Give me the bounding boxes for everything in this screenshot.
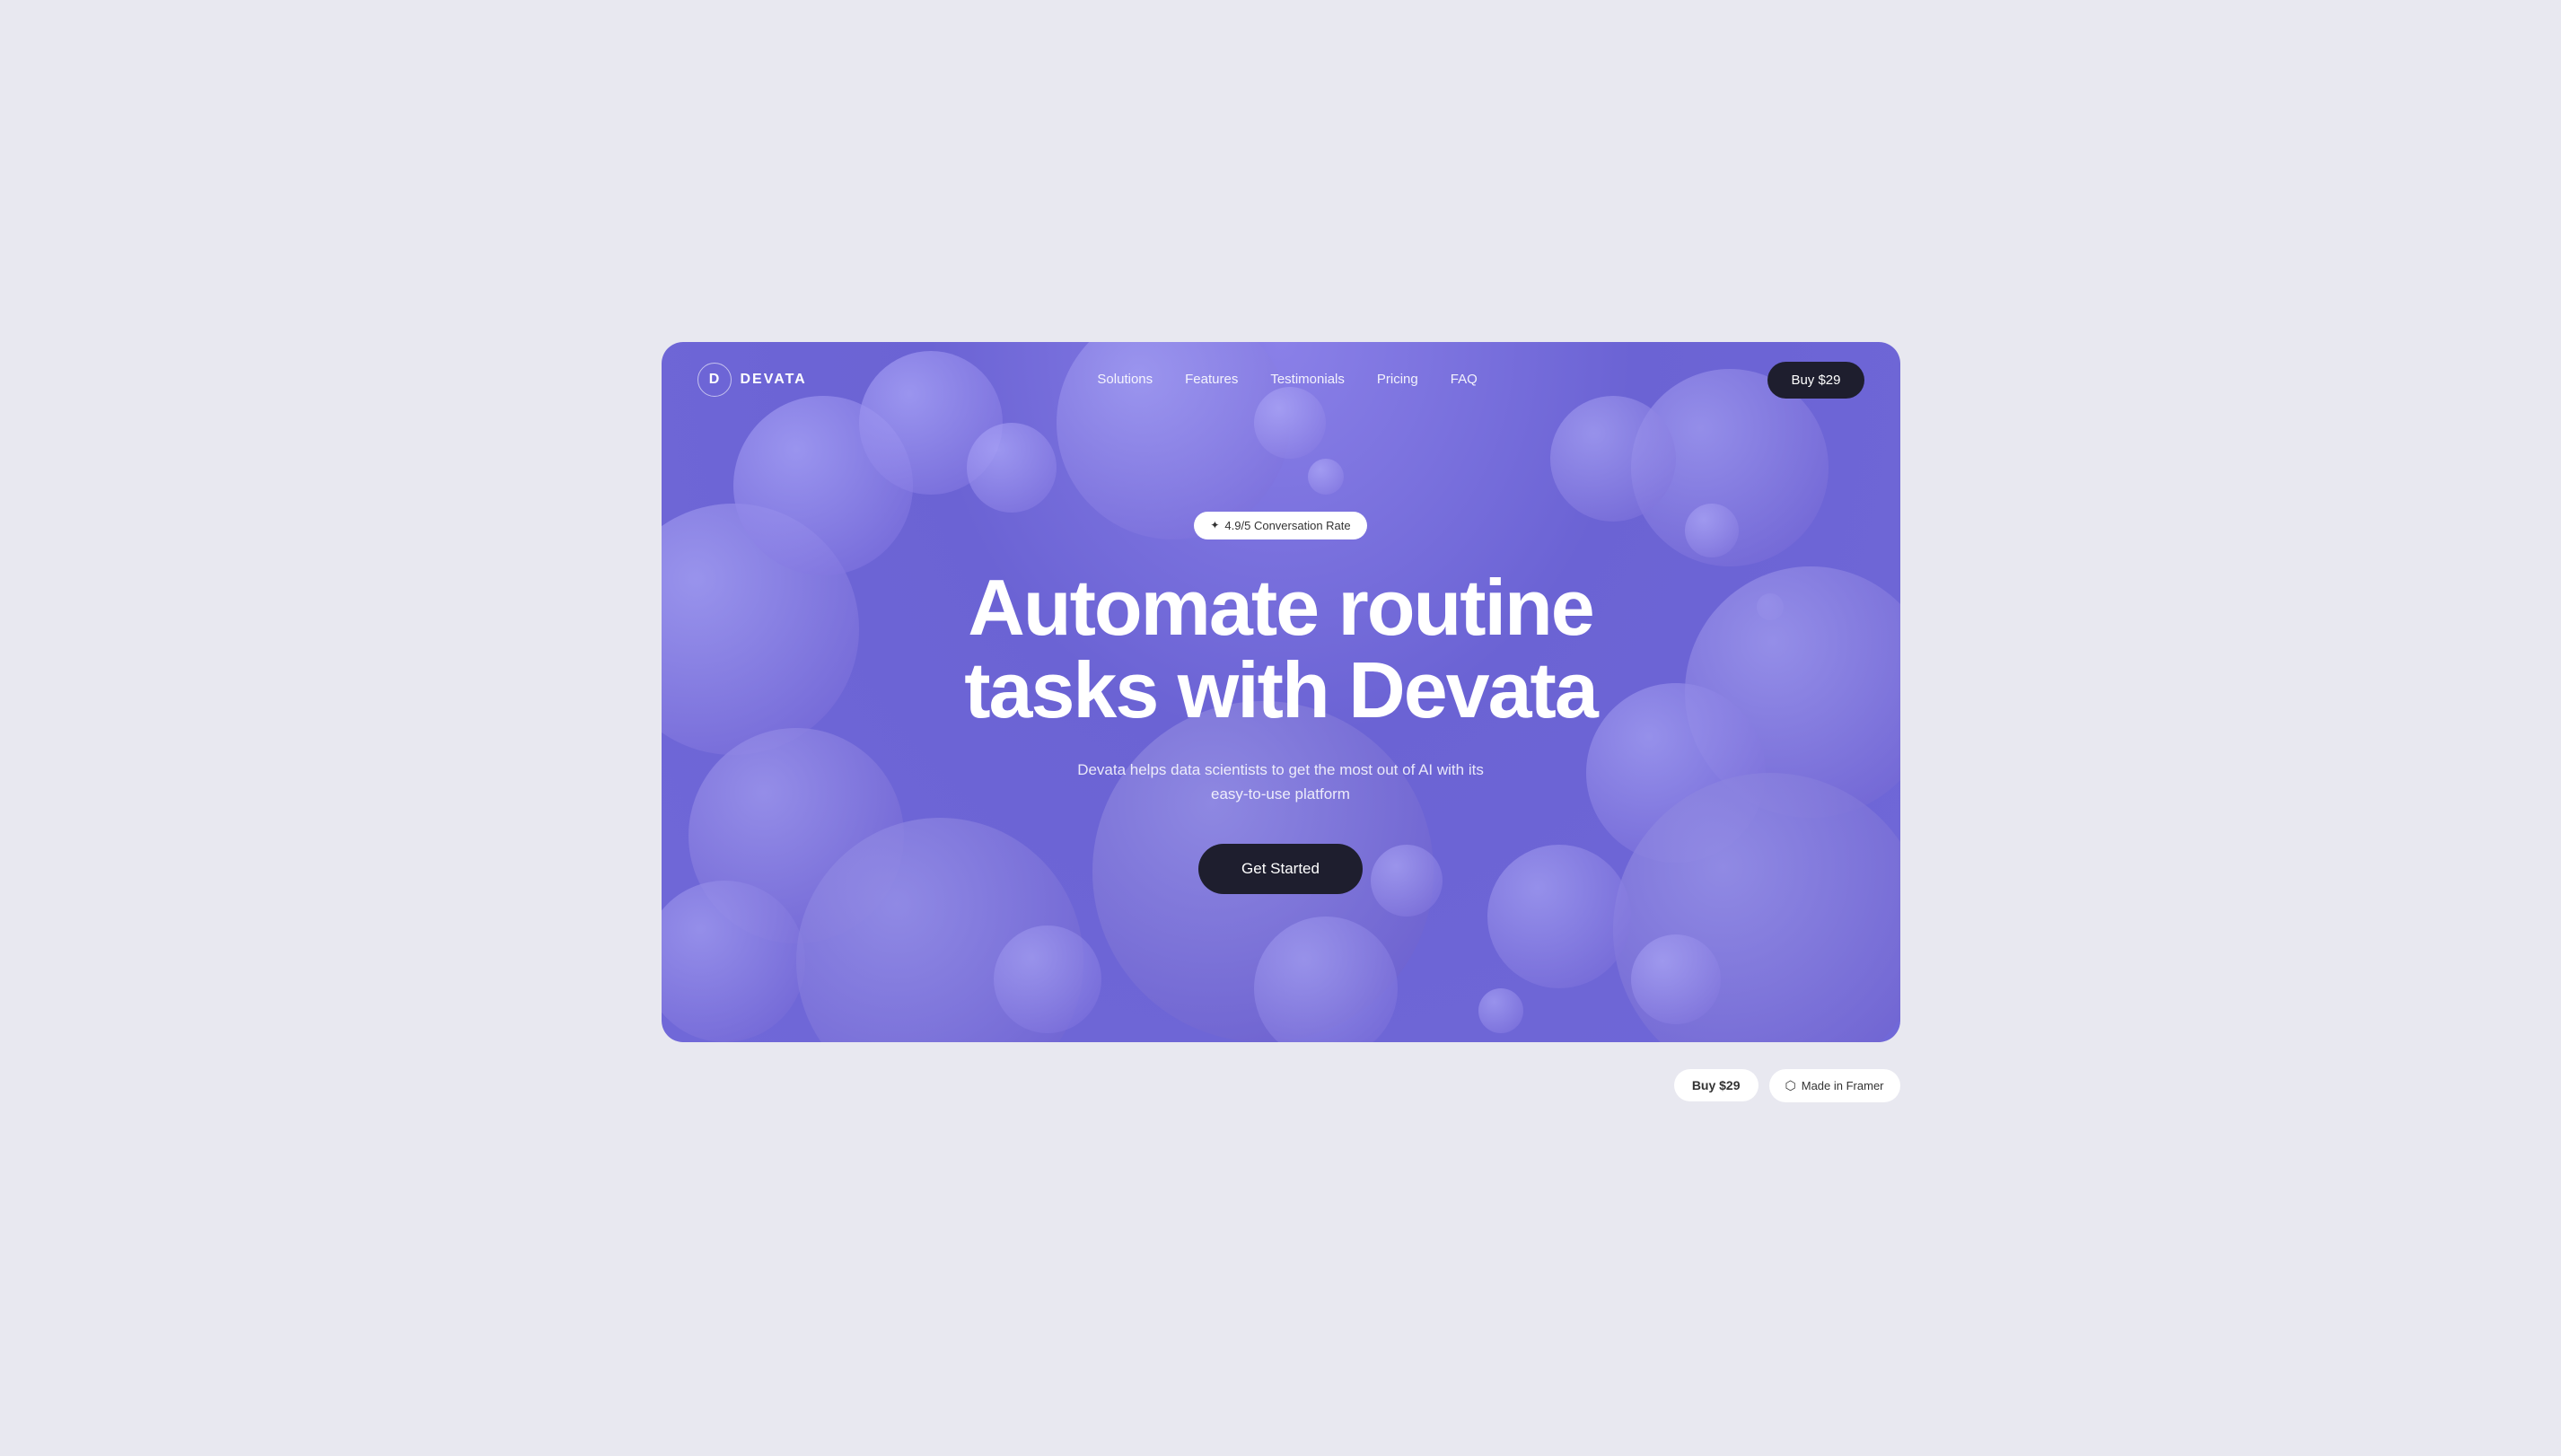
bottom-bar: Buy $29 ⬡ Made in Framer bbox=[662, 1057, 1900, 1115]
badge-text: 4.9/5 Conversation Rate bbox=[1224, 519, 1350, 532]
logo-area: D DEVATA bbox=[697, 363, 807, 397]
nav-links: Solutions Features Testimonials Pricing … bbox=[1097, 372, 1477, 388]
nav-item-faq[interactable]: FAQ bbox=[1451, 372, 1478, 388]
rating-badge: ✦ 4.9/5 Conversation Rate bbox=[1194, 512, 1366, 539]
logo-text: DEVATA bbox=[741, 372, 807, 388]
nav-item-features[interactable]: Features bbox=[1185, 372, 1238, 388]
hero-title-line1: Automate routine bbox=[968, 563, 1592, 652]
bottom-buy-button[interactable]: Buy $29 bbox=[1674, 1069, 1758, 1101]
hero-title-line2: tasks with Devata bbox=[964, 645, 1597, 734]
framer-label: Made in Framer bbox=[1802, 1079, 1884, 1092]
nav-item-testimonials[interactable]: Testimonials bbox=[1270, 372, 1345, 388]
page-wrapper: D DEVATA Solutions Features Testimonials… bbox=[662, 342, 1900, 1115]
logo-icon: D bbox=[697, 363, 732, 397]
framer-badge: ⬡ Made in Framer bbox=[1769, 1069, 1900, 1102]
nav-item-pricing[interactable]: Pricing bbox=[1377, 372, 1418, 388]
hero-cta-button[interactable]: Get Started bbox=[1198, 844, 1363, 894]
navbar: D DEVATA Solutions Features Testimonials… bbox=[662, 342, 1900, 418]
nav-item-solutions[interactable]: Solutions bbox=[1097, 372, 1153, 388]
hero-content: ✦ 4.9/5 Conversation Rate Automate routi… bbox=[662, 418, 1900, 1042]
hero-subtitle: Devata helps data scientists to get the … bbox=[1066, 758, 1496, 806]
hero-title: Automate routine tasks with Devata bbox=[964, 566, 1597, 732]
framer-icon: ⬡ bbox=[1785, 1078, 1796, 1093]
star-icon: ✦ bbox=[1210, 519, 1219, 531]
hero-card: D DEVATA Solutions Features Testimonials… bbox=[662, 342, 1900, 1042]
nav-buy-button[interactable]: Buy $29 bbox=[1767, 362, 1864, 399]
